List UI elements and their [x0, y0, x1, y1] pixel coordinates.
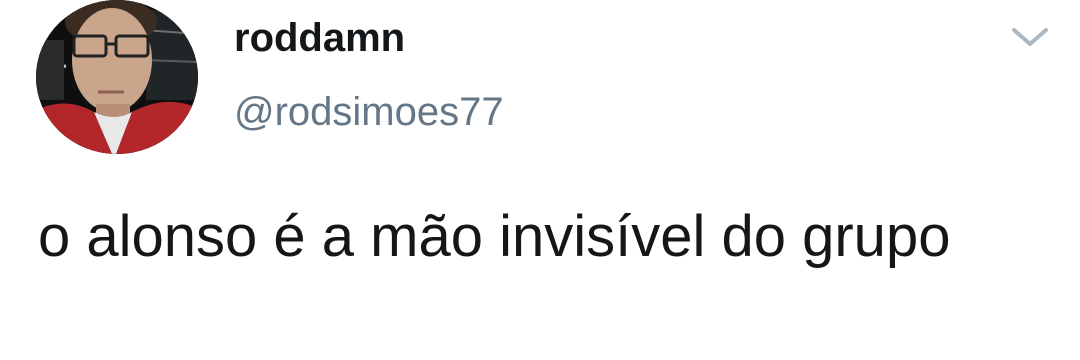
author-handle[interactable]: @rodsimoes77 [234, 88, 504, 136]
tweet-card: roddamn @rodsimoes77 o alonso é a mão in… [0, 0, 1080, 360]
chevron-down-icon[interactable] [1008, 22, 1052, 52]
author-display-name[interactable]: roddamn [234, 14, 405, 62]
avatar[interactable] [36, 0, 198, 154]
avatar-photo [36, 0, 198, 154]
tweet-text: o alonso é a mão invisível do grupo [38, 204, 951, 269]
